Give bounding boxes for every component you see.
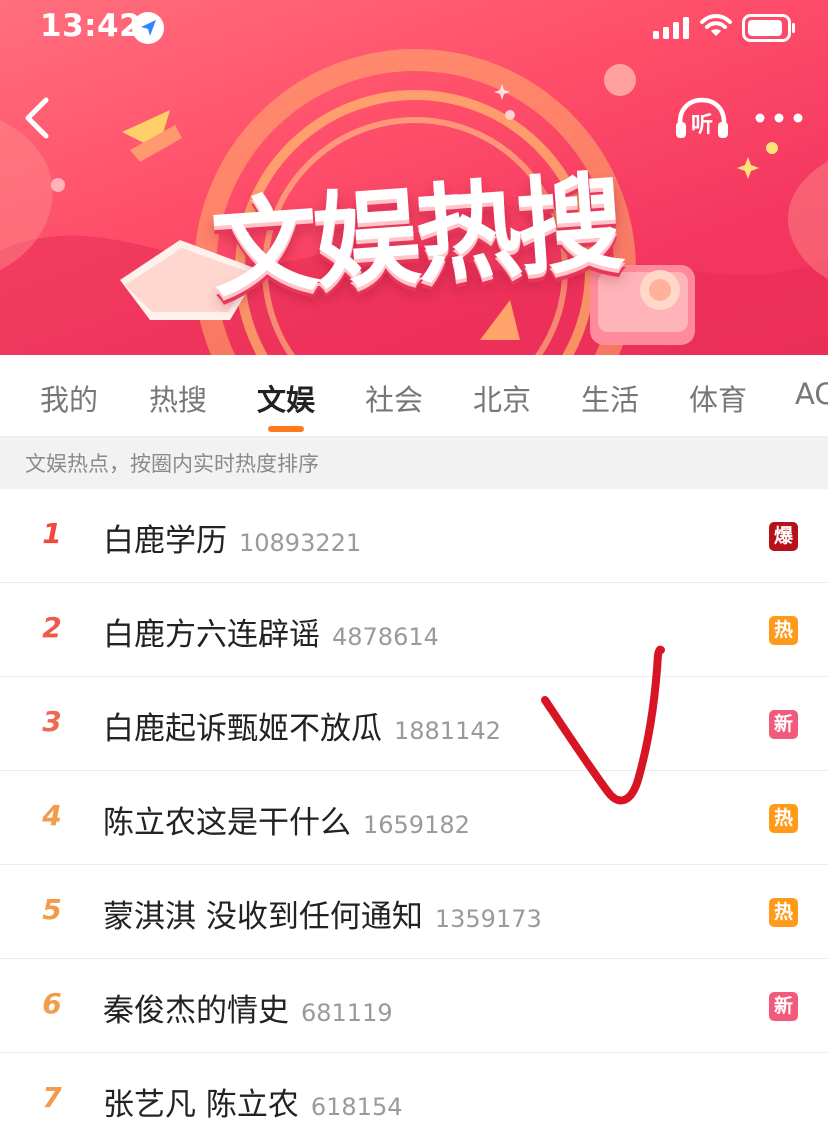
heat-count: 681119 bbox=[301, 999, 393, 1027]
item-title: 陈立农这是干什么 bbox=[103, 805, 351, 841]
banner-title: 文娱热搜 bbox=[207, 160, 624, 313]
rank-number: 3 bbox=[42, 705, 62, 738]
heat-count: 4878614 bbox=[332, 623, 439, 651]
list-item[interactable]: 3 白鹿起诉甄姬不放瓜 1881142 新 bbox=[0, 677, 828, 771]
heat-count: 1881142 bbox=[394, 717, 501, 745]
list-item[interactable]: 1 白鹿学历 10893221 爆 bbox=[0, 489, 828, 583]
active-tab-indicator bbox=[268, 426, 304, 432]
back-chevron-icon[interactable] bbox=[18, 96, 58, 140]
hot-badge: 热 bbox=[769, 804, 798, 833]
header-banner: 13:42 听 文娱热搜 bbox=[0, 0, 828, 355]
location-arrow-icon bbox=[132, 12, 164, 44]
tab-life[interactable]: 生活 bbox=[581, 377, 639, 419]
hot-search-list: 1 白鹿学历 10893221 爆 2 白鹿方六连辟谣 4878614 热 3 白鹿… bbox=[0, 489, 828, 1146]
tab-mine[interactable]: 我的 bbox=[40, 377, 98, 419]
item-title: 白鹿方六连辟谣 bbox=[103, 617, 320, 653]
list-item[interactable]: 6 秦俊杰的情史 681119 新 bbox=[0, 959, 828, 1053]
tab-beijing[interactable]: 北京 bbox=[473, 377, 531, 419]
heat-count: 618154 bbox=[310, 1093, 403, 1121]
rank-number: 5 bbox=[42, 893, 62, 926]
hot-badge: 热 bbox=[769, 616, 798, 645]
item-title: 白鹿起诉甄姬不放瓜 bbox=[103, 711, 382, 747]
rank-number: 2 bbox=[42, 611, 62, 644]
ranking-hint: 文娱热点，按圈内实时热度排序 bbox=[0, 437, 828, 489]
rank-number: 1 bbox=[42, 517, 62, 550]
list-item[interactable]: 5 蒙淇淇 没收到任何通知 1359173 热 bbox=[0, 865, 828, 959]
heat-count: 1659182 bbox=[363, 811, 470, 839]
wifi-icon bbox=[700, 14, 732, 36]
tab-sports[interactable]: 体育 bbox=[689, 377, 747, 419]
more-dots-icon[interactable] bbox=[754, 108, 804, 128]
tab-society[interactable]: 社会 bbox=[365, 377, 423, 419]
item-title: 白鹿学历 bbox=[103, 523, 227, 559]
list-item[interactable]: 2 白鹿方六连辟谣 4878614 热 bbox=[0, 583, 828, 677]
tab-acg[interactable]: AC bbox=[795, 377, 828, 411]
new-badge: 新 bbox=[769, 710, 798, 739]
hot-badge: 热 bbox=[769, 898, 798, 927]
tab-entertainment[interactable]: 文娱 bbox=[257, 377, 315, 419]
heat-count: 1359173 bbox=[434, 905, 542, 933]
rank-number: 4 bbox=[42, 799, 62, 832]
tab-hot-search[interactable]: 热搜 bbox=[149, 377, 207, 419]
battery-icon bbox=[742, 14, 795, 42]
cellular-signal-icon bbox=[653, 17, 689, 39]
status-bar: 13:42 bbox=[0, 0, 828, 56]
item-title: 秦俊杰的情史 bbox=[103, 993, 289, 1029]
rank-number: 6 bbox=[42, 987, 62, 1020]
list-item[interactable]: 7 张艺凡 陈立农 618154 bbox=[0, 1053, 828, 1146]
status-time: 13:42 bbox=[40, 8, 142, 44]
heat-count: 10893221 bbox=[239, 529, 362, 557]
rank-number: 7 bbox=[42, 1081, 62, 1114]
item-title: 张艺凡 陈立农 bbox=[103, 1087, 299, 1123]
listen-label: 听 bbox=[690, 113, 713, 138]
list-item[interactable]: 4 陈立农这是干什么 1659182 热 bbox=[0, 771, 828, 865]
new-badge: 新 bbox=[769, 992, 798, 1021]
category-tabs: 我的 热搜 文娱 社会 北京 生活 体育 AC bbox=[0, 355, 828, 437]
item-title: 蒙淇淇 没收到任何通知 bbox=[103, 899, 423, 935]
explosive-badge: 爆 bbox=[769, 522, 798, 551]
